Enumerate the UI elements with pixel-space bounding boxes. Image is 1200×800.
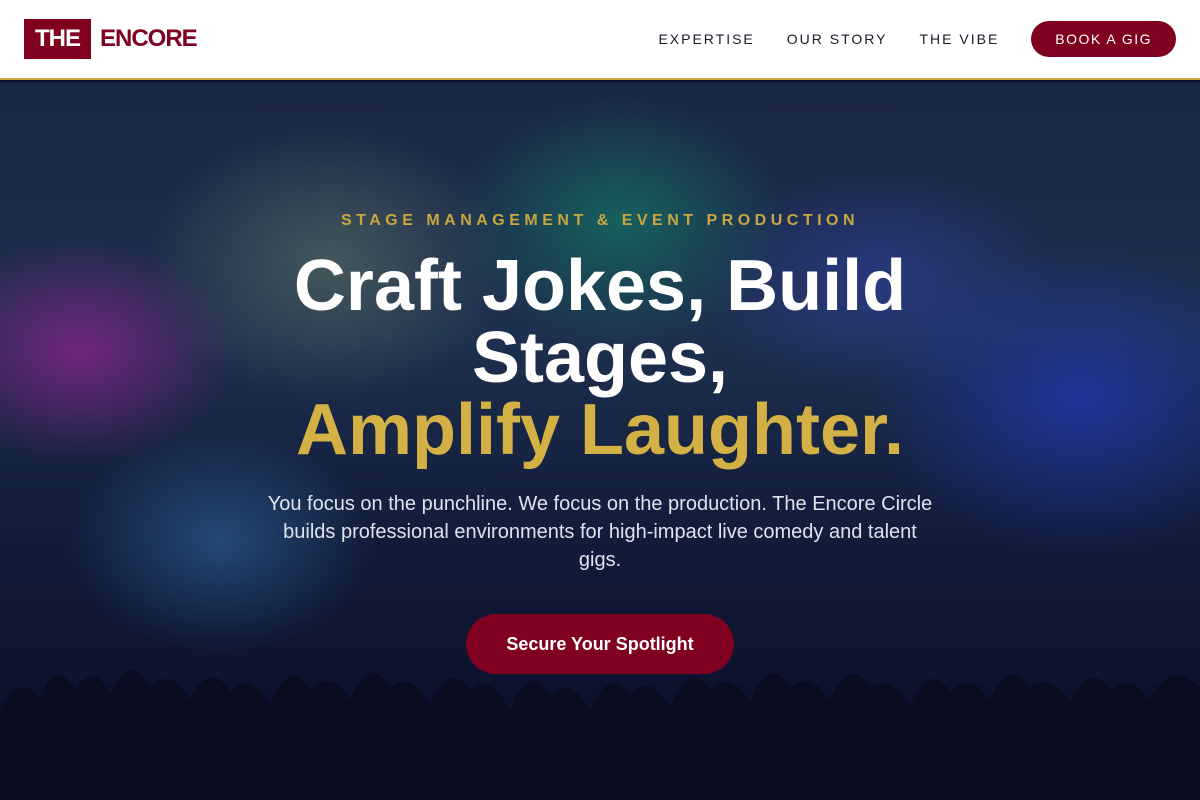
book-a-gig-button[interactable]: BOOK A GIG	[1031, 21, 1176, 57]
headline-accent: Amplify Laughter.	[295, 390, 905, 470]
hero-section: STAGE MANAGEMENT & EVENT PRODUCTION Craf…	[0, 82, 1200, 800]
logo-word: ENCORE	[100, 25, 198, 52]
headline-line-1: Craft Jokes, Build	[293, 246, 907, 326]
nav-link-our-story[interactable]: OUR STORY	[787, 31, 888, 47]
main-nav: EXPERTISE OUR STORY THE VIBE BOOK A GIG	[626, 21, 1176, 57]
secure-spotlight-button[interactable]: Secure Your Spotlight	[466, 614, 734, 674]
hero-headline: Craft Jokes, Build Stages, Amplify Laugh…	[0, 250, 1200, 466]
logo[interactable]: THE ENCORE	[24, 19, 198, 59]
nav-link-expertise[interactable]: EXPERTISE	[658, 31, 754, 47]
nav-link-the-vibe[interactable]: THE VIBE	[920, 31, 1000, 47]
hero-eyebrow: STAGE MANAGEMENT & EVENT PRODUCTION	[340, 212, 860, 229]
site-header: THE ENCORE EXPERTISE OUR STORY THE VIBE …	[0, 0, 1200, 80]
logo-box: THE	[24, 19, 91, 59]
headline-line-2: Stages,	[471, 318, 729, 398]
hero-subtext: You focus on the punchline. We focus on …	[267, 493, 933, 571]
